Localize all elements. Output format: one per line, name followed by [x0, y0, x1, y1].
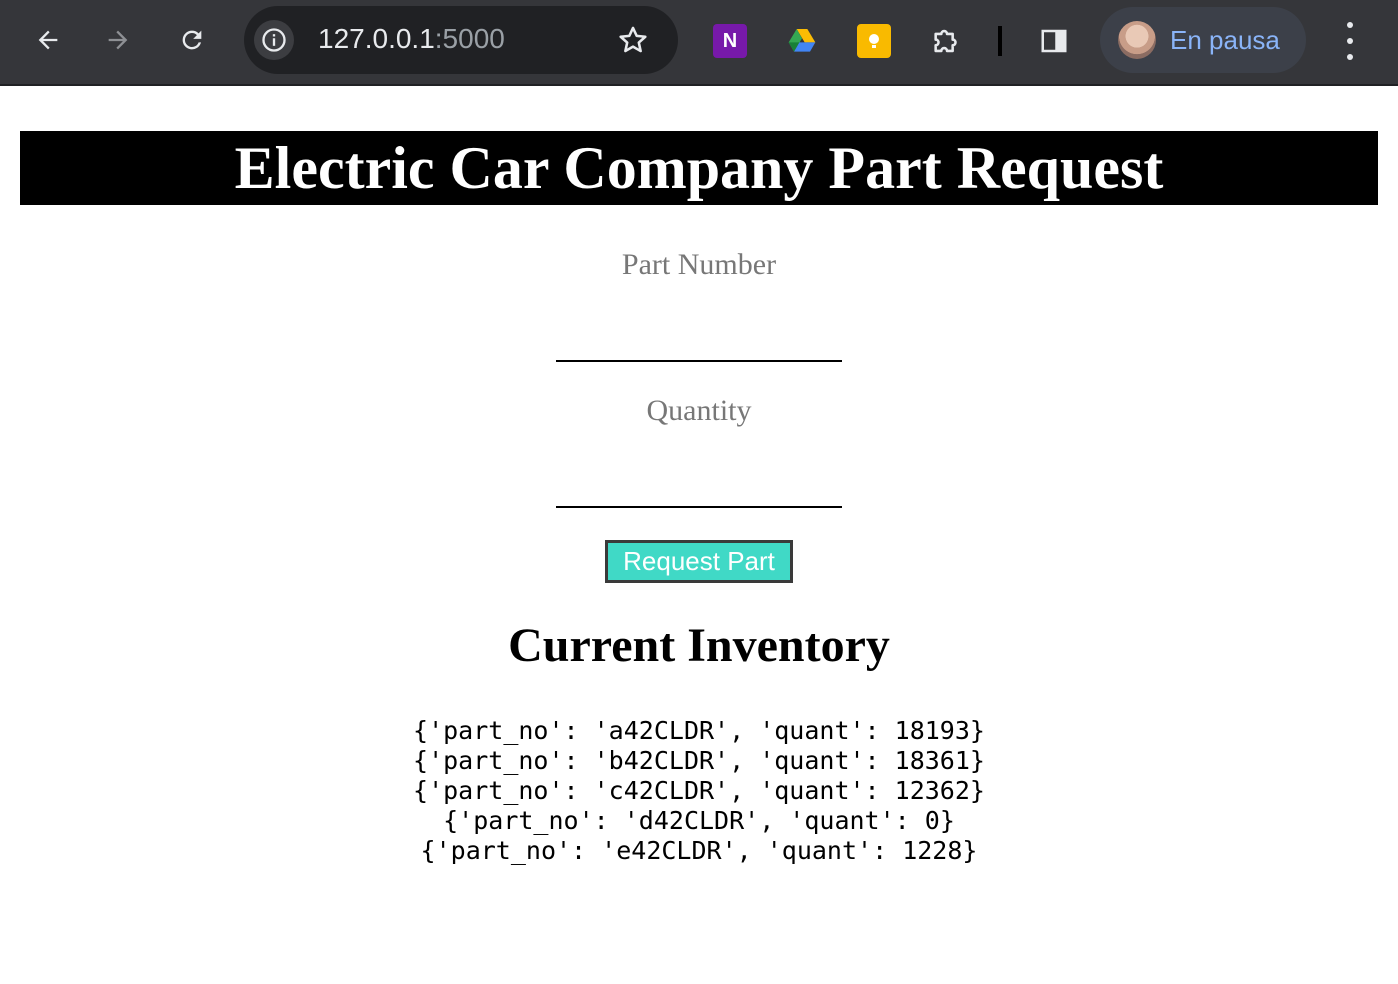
inventory-heading: Current Inventory [508, 619, 890, 672]
google-keep-icon[interactable] [857, 24, 891, 58]
bookmark-star-icon[interactable] [616, 23, 650, 57]
profile-status-label: En pausa [1170, 25, 1280, 55]
address-bar[interactable]: 127.0.0.1:5000 [244, 6, 678, 74]
url-host: 127.0.0.1 [318, 23, 435, 54]
page-title: Electric Car Company Part Request [234, 135, 1164, 201]
onenote-icon[interactable]: N [713, 24, 747, 58]
url-text: 127.0.0.1:5000 [318, 23, 505, 55]
part-number-label: Part Number [621, 248, 777, 281]
inventory-item: {'part_no': 'd42CLDR', 'quant': 0} [443, 806, 955, 835]
side-panel-icon[interactable] [1037, 24, 1071, 58]
kebab-menu-icon[interactable] [1334, 22, 1366, 60]
profile-button[interactable]: En pausa [1100, 7, 1306, 73]
extensions-puzzle-icon[interactable] [930, 24, 964, 58]
browser-toolbar: 127.0.0.1:5000 N En pausa [0, 0, 1398, 86]
page-content: Electric Car Company Part Request Part N… [4, 88, 1394, 984]
site-info-icon[interactable] [254, 20, 294, 60]
avatar [1118, 21, 1156, 59]
inventory-item: {'part_no': 'a42CLDR', 'quant': 18193} [413, 716, 985, 745]
quantity-input[interactable] [556, 466, 842, 508]
part-number-input[interactable] [556, 320, 842, 362]
inventory-item: {'part_no': 'b42CLDR', 'quant': 18361} [413, 746, 985, 775]
url-port: :5000 [434, 23, 505, 54]
header-banner: Electric Car Company Part Request [20, 131, 1378, 205]
inventory-item: {'part_no': 'c42CLDR', 'quant': 12362} [413, 776, 985, 805]
google-drive-icon[interactable] [785, 24, 819, 58]
reload-icon[interactable] [172, 20, 212, 60]
inventory-list: {'part_no': 'a42CLDR', 'quant': 18193} {… [4, 716, 1394, 866]
toolbar-divider [998, 26, 1002, 56]
inventory-item: {'part_no': 'e42CLDR', 'quant': 1228} [420, 836, 978, 865]
request-part-button[interactable]: Request Part [605, 540, 793, 583]
quantity-label: Quantity [646, 394, 752, 427]
forward-arrow-icon[interactable] [98, 20, 138, 60]
back-arrow-icon[interactable] [28, 20, 68, 60]
